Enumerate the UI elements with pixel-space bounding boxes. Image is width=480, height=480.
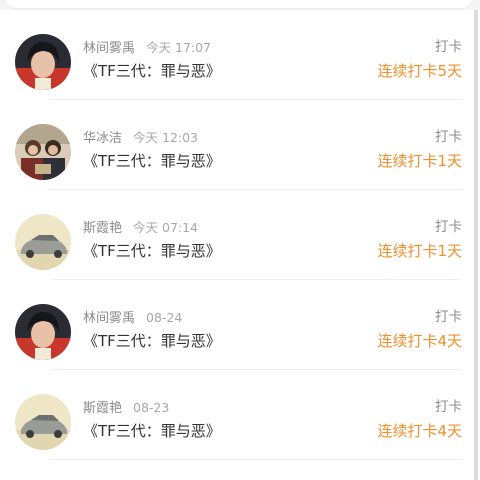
book-title[interactable]: 《TF三代：罪与恶》 [83,60,221,81]
streak-count: 连续打卡5天 [377,62,462,80]
divider [50,459,462,460]
streak-count: 连续打卡4天 [377,422,462,440]
user-name[interactable]: 斯霞艳 08-23 [83,397,169,416]
checkin-time: 08-23 [133,400,170,415]
checkin-label: 打卡 [435,399,462,415]
streak-count: 连续打卡1天 [377,242,462,260]
book-title[interactable]: 《TF三代：罪与恶》 [83,150,221,171]
divider [50,189,462,190]
car-avatar[interactable] [15,394,71,450]
user-name[interactable]: 华冰洁 今天 12:03 [83,127,198,146]
divider [50,99,462,100]
divider [50,279,462,280]
portrait-avatar[interactable] [15,304,71,360]
checkin-time: 今天 07:14 [133,220,199,235]
book-title[interactable]: 《TF三代：罪与恶》 [83,420,221,441]
user-name[interactable]: 斯霞艳 今天 07:14 [83,217,198,236]
checkin-time: 今天 12:03 [133,130,199,145]
checkin-item[interactable]: 斯霞艳 今天 07:14 《TF三代：罪与恶》 打卡 连续打卡1天 [0,207,472,296]
car-avatar[interactable] [15,214,71,270]
book-title[interactable]: 《TF三代：罪与恶》 [83,330,221,351]
checkin-label: 打卡 [435,309,462,325]
checkin-label: 打卡 [435,129,462,145]
checkin-item[interactable]: 林间雾禹 今天 17:07 《TF三代：罪与恶》 打卡 连续打卡5天 [0,27,472,116]
checkin-time: 08-24 [146,310,183,325]
portrait-avatar[interactable] [15,34,71,90]
checkin-label: 打卡 [435,219,462,235]
checkin-label: 打卡 [435,39,462,55]
checkin-list: 林间雾禹 今天 17:07 《TF三代：罪与恶》 打卡 连续打卡5天 华冰洁 今天 … [0,0,480,480]
group-photo-avatar[interactable] [15,124,71,180]
book-title[interactable]: 《TF三代：罪与恶》 [83,240,221,261]
checkin-item[interactable]: 华冰洁 今天 12:03 《TF三代：罪与恶》 打卡 连续打卡1天 [0,117,472,206]
scrollbar[interactable] [474,10,478,480]
checkin-time: 今天 17:07 [146,40,212,55]
user-name[interactable]: 林间雾禹 今天 17:07 [83,37,211,56]
streak-count: 连续打卡4天 [377,332,462,350]
divider [50,369,462,370]
streak-count: 连续打卡1天 [377,152,462,170]
checkin-item[interactable]: 斯霞艳 08-23 《TF三代：罪与恶》 打卡 连续打卡4天 [0,387,472,476]
user-name[interactable]: 林间雾禹 08-24 [83,307,182,326]
checkin-item[interactable]: 林间雾禹 08-24 《TF三代：罪与恶》 打卡 连续打卡4天 [0,297,472,386]
